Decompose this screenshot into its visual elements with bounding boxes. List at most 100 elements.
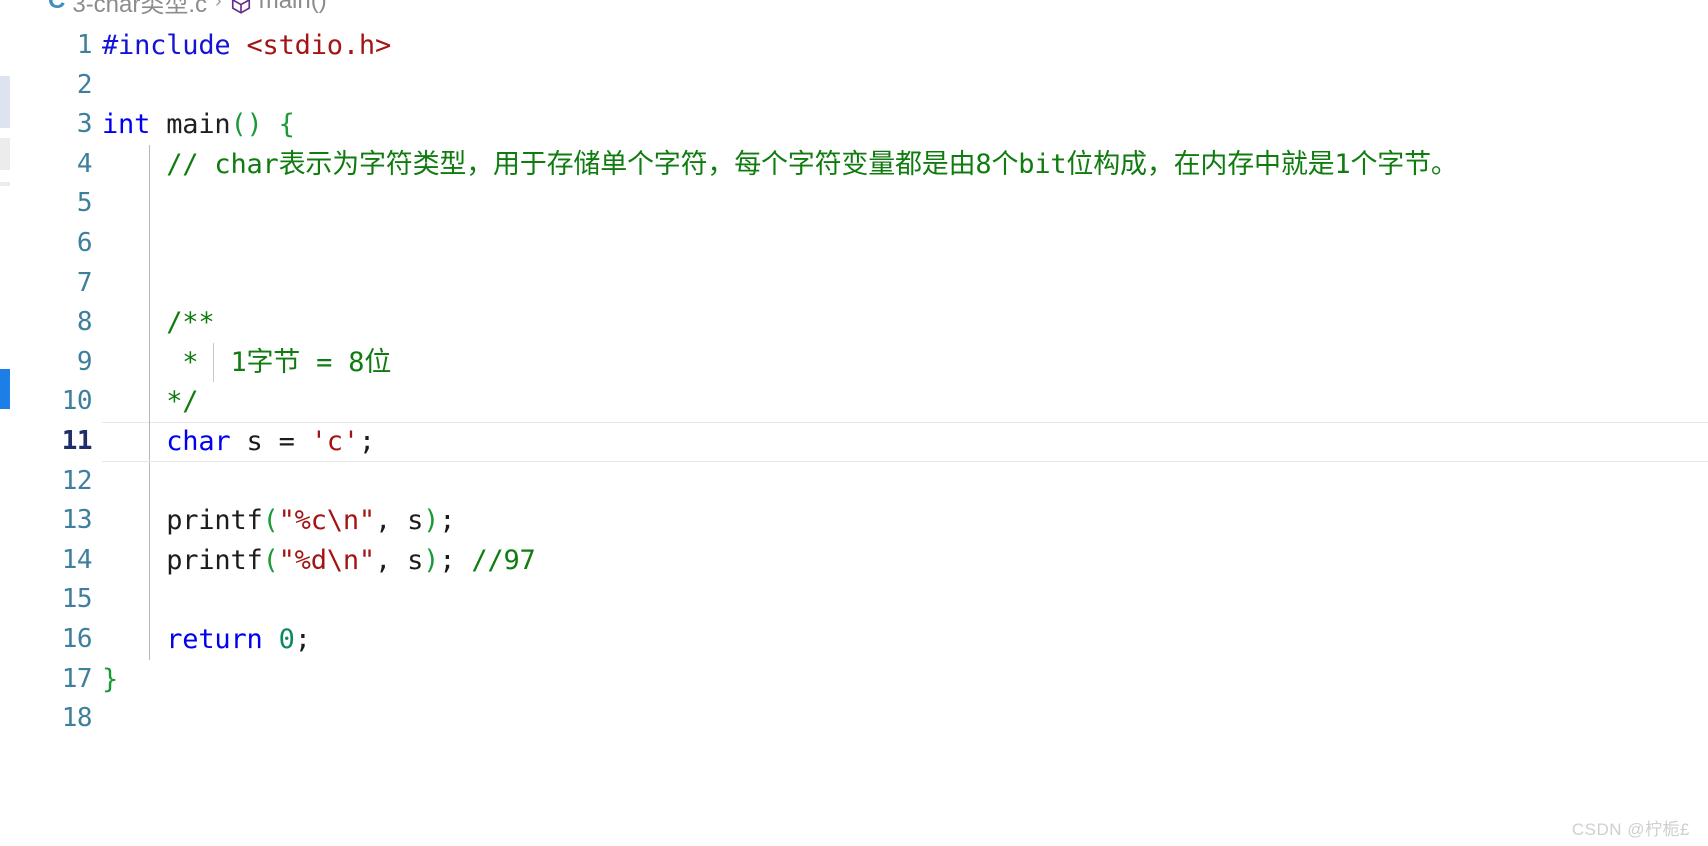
breadcrumb-symbol-name[interactable]: main() [259,0,327,15]
indent-guide [149,382,150,422]
selection-mark [0,76,10,128]
code-line-4[interactable]: // char表示为字符类型，用于存储单个字符，每个字符变量都是由8个bit位构… [102,144,1708,185]
line-number-15[interactable]: 15 [10,580,102,620]
line-number-14[interactable]: 14 [10,541,102,581]
code-line-13[interactable]: printf("%c\n", s); [102,501,1708,541]
line-number-2[interactable]: 2 [10,66,102,106]
line-number-18[interactable]: 18 [10,699,102,739]
token-paren: ) [423,505,440,537]
overview-ruler[interactable] [0,0,10,846]
token-comment: // char表示为字符类型，用于存储单个字符，每个字符变量都是由8个bit位构… [102,148,1458,180]
token-kw: char [166,425,231,457]
token-paren: ( [262,544,279,576]
line-number-11[interactable]: 11 [10,422,102,462]
line-number-3[interactable]: 3 [10,105,102,145]
code-line-9[interactable]: * 1字节 = 8位 [102,342,1708,383]
token-paren: ( [262,505,279,537]
token-plain: , s [374,544,424,576]
breadcrumb[interactable]: C 3-char类型.c › main() [48,0,327,18]
indent-guide [149,461,150,502]
token-plain: ; [439,505,456,537]
indent-guide [149,303,150,343]
code-line-10[interactable]: */ [102,382,1708,422]
line-number-7[interactable]: 7 [10,264,102,304]
token-paren: ) [423,544,440,576]
token-plain: ; [439,544,472,576]
indent-guide [149,501,150,541]
indent-guide [149,619,150,660]
indent-guide [149,184,150,224]
code-line-6[interactable] [102,223,1708,264]
token-kw: int [102,109,167,141]
line-number-9[interactable]: 9 [10,343,102,383]
code-line-1[interactable]: #include <stdio.h> [102,26,1708,66]
code-line-14[interactable]: printf("%d\n", s); //97 [102,540,1708,581]
token-pre: #include [102,30,247,61]
cursor-position-mark [0,369,10,409]
code-line-18[interactable] [102,699,1708,739]
token-char: 'c' [310,425,359,457]
faint-mark-upper [0,138,10,170]
code-line-5[interactable] [102,184,1708,224]
code-line-16[interactable]: return 0; [102,619,1708,660]
token-str: "%d\n" [278,544,376,576]
token-brace: { [278,109,295,141]
indent-guide [149,223,150,264]
code-editor: C 3-char类型.c › main() 1 2 3 4 5 6 7 8 9 10 11 12 13 1… [0,0,1708,846]
code-line-15[interactable] [102,580,1708,620]
line-number-5[interactable]: 5 [10,184,102,224]
indent-guide [149,540,150,581]
token-plain: printf [102,505,263,537]
token-comment: //97 [471,544,536,576]
token-plain: s = [230,425,311,457]
indent-guide [149,342,150,383]
token-fnname: main [166,109,231,141]
indent-guide [149,263,150,304]
line-number-10[interactable]: 10 [10,382,102,422]
code-content[interactable]: #include <stdio.h> int main() { // char表… [102,26,1708,816]
token-comment: * 1字节 = 8位 [102,346,392,378]
c-file-icon: C [48,0,66,14]
line-number-17[interactable]: 17 [10,660,102,700]
code-line-8[interactable]: /** [102,303,1708,343]
breadcrumb-separator: › [215,0,222,12]
token-plain: , s [374,505,424,537]
indent-guide [149,580,150,620]
token-comment: /** [102,307,215,339]
line-number-16[interactable]: 16 [10,620,102,660]
faint-mark-divider [0,182,10,186]
indent-guide [213,342,214,383]
code-line-11[interactable]: char s = 'c'; [102,421,1708,462]
code-line-7[interactable] [102,263,1708,304]
token-plain: ; [358,425,375,457]
token-plain: printf [102,544,263,576]
breadcrumb-file-name[interactable]: 3-char类型.c [72,0,207,19]
token-inc: <stdio.h> [246,30,392,61]
csdn-watermark: CSDN @柠栀£ [1571,820,1690,839]
token-plain: ; [294,623,311,655]
code-line-17[interactable]: } [102,660,1708,700]
symbol-method-icon [230,0,252,15]
code-line-12[interactable] [102,461,1708,502]
line-number-1[interactable]: 1 [10,26,102,66]
line-number-13[interactable]: 13 [10,501,102,541]
line-number-12[interactable]: 12 [10,462,102,502]
token-kw: return [166,623,263,655]
token-comment: */ [102,386,199,418]
indent-guide [149,144,150,185]
line-number-8[interactable]: 8 [10,303,102,343]
token-brace: } [102,663,119,695]
line-number-6[interactable]: 6 [10,224,102,264]
token-num: 0 [278,623,295,655]
code-line-3[interactable]: int main() { [102,105,1708,145]
line-number-gutter: 1 2 3 4 5 6 7 8 9 10 11 12 13 14 15 16 17 18 [10,26,102,739]
code-line-2[interactable] [102,66,1708,106]
token-str: "%c\n" [278,505,376,537]
indent-guide [149,421,150,462]
line-number-4[interactable]: 4 [10,145,102,185]
token-paren: () [230,109,263,141]
